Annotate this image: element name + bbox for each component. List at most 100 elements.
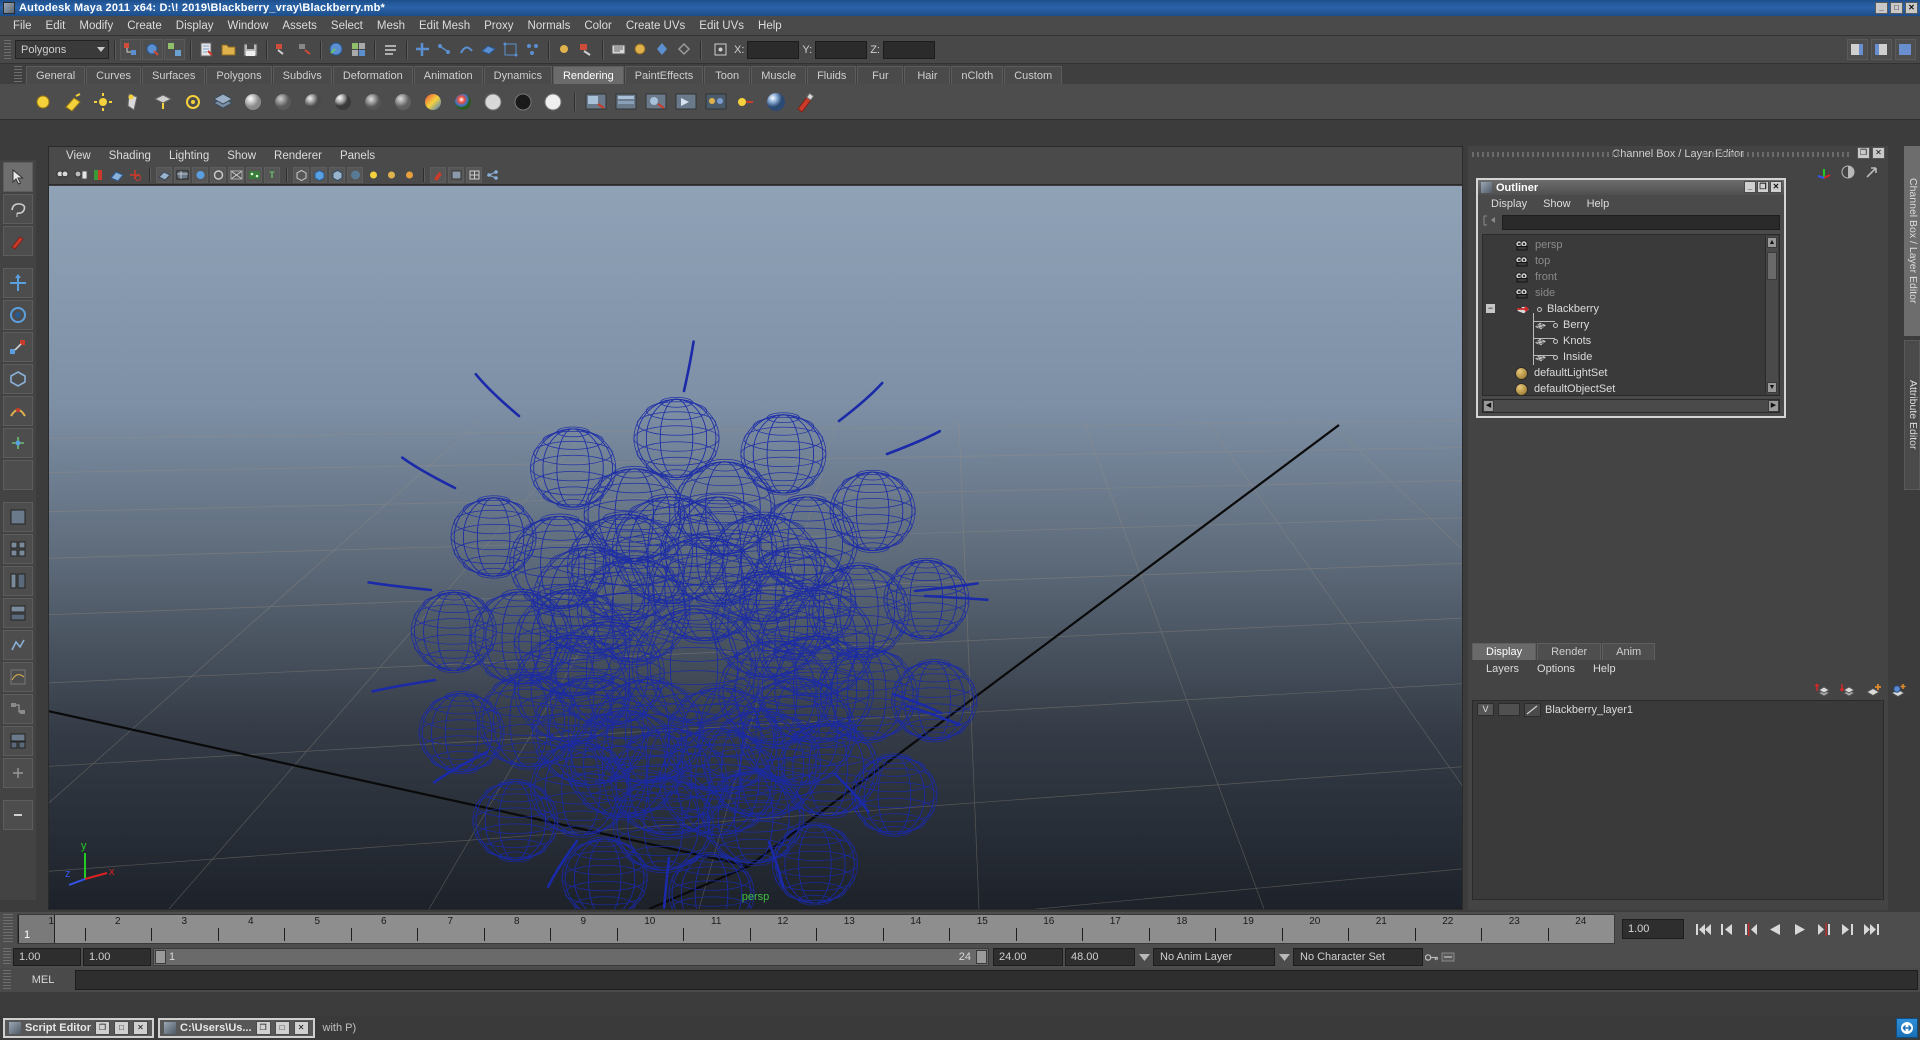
scroll-down-arrow[interactable]: ▼ [1767, 382, 1777, 393]
move-tool[interactable] [3, 268, 33, 298]
menu-item-window[interactable]: Window [220, 18, 275, 34]
viewport-menu-show[interactable]: Show [218, 149, 265, 163]
single-view-layout[interactable] [3, 502, 33, 532]
persp-graph-layout[interactable] [3, 598, 33, 628]
play-backwards-icon[interactable] [1766, 920, 1785, 939]
menu-item-create[interactable]: Create [120, 18, 169, 34]
minimize-button[interactable]: _ [1875, 2, 1888, 14]
wireframe-on-shaded-icon[interactable] [246, 166, 262, 183]
layer-editor-tab-render[interactable]: Render [1537, 643, 1602, 660]
anim-layer-dropdown-arrow[interactable] [1137, 948, 1151, 966]
gamma-icon[interactable] [383, 167, 399, 183]
blinn-material-icon[interactable] [300, 89, 326, 115]
shelf-tab-custom[interactable]: Custom [1004, 66, 1063, 84]
layer-menu-options[interactable]: Options [1528, 663, 1584, 675]
view-cube-icon[interactable] [448, 166, 464, 183]
render-globals-icon[interactable] [674, 39, 695, 60]
outliner-item-side[interactable]: side [1483, 285, 1765, 301]
hscroll-left-arrow[interactable]: ◀ [1483, 400, 1494, 412]
outliner-tree[interactable]: persp top front side − Blackberry Berry Knots In… [1482, 234, 1780, 396]
open-scene-icon[interactable] [218, 39, 239, 60]
shelf-tab-fluids[interactable]: Fluids [807, 66, 857, 84]
layer-menu-help[interactable]: Help [1584, 663, 1625, 675]
use-background-icon[interactable] [510, 89, 536, 115]
undo-icon[interactable] [272, 39, 293, 60]
menu-item-color[interactable]: Color [577, 18, 618, 34]
layer-row[interactable]: V Blackberry_layer1 [1473, 701, 1883, 718]
script-language-label[interactable]: MEL [14, 974, 72, 986]
grid-toggle-icon[interactable] [466, 166, 482, 183]
outliner-menu-show[interactable]: Show [1535, 198, 1579, 210]
layer-editor-tab-anim[interactable]: Anim [1602, 643, 1656, 660]
outliner-filter-icon[interactable] [1482, 214, 1498, 230]
hardware-texturing-icon[interactable] [174, 166, 190, 183]
menu-item-edit-mesh[interactable]: Edit Mesh [412, 18, 477, 34]
menu-item-display[interactable]: Display [169, 18, 221, 34]
help-assistant-button[interactable] [1896, 1018, 1918, 1038]
command-line-grip[interactable] [3, 970, 11, 990]
render-layers-icon[interactable] [210, 89, 236, 115]
color-management-icon[interactable] [401, 167, 417, 183]
exposure-icon[interactable] [365, 167, 381, 183]
animation-start-field[interactable]: 1.00 [13, 948, 81, 966]
outliner-close-button[interactable]: ✕ [1770, 181, 1782, 193]
step-back-frame-icon[interactable] [1742, 920, 1761, 939]
side-tab-attribute-editor[interactable]: Attribute Editor [1904, 340, 1920, 490]
shelf-tab-rendering[interactable]: Rendering [552, 66, 624, 84]
universal-manipulator-tool[interactable] [3, 364, 33, 394]
phong-material-icon[interactable] [330, 89, 356, 115]
select-camera-icon[interactable] [55, 167, 71, 183]
layer-menu-layers[interactable]: Layers [1477, 663, 1528, 675]
select-by-hierarchy-icon[interactable] [120, 39, 141, 60]
shelf-tab-surfaces[interactable]: Surfaces [141, 66, 206, 84]
menu-item-normals[interactable]: Normals [521, 18, 578, 34]
layer-playback-toggle[interactable] [1498, 703, 1520, 716]
command-input[interactable] [75, 970, 1918, 990]
new-scene-icon[interactable] [196, 39, 217, 60]
render-settings-icon[interactable] [608, 39, 629, 60]
hypershade-layout[interactable] [3, 630, 33, 660]
outliner-menu-help[interactable]: Help [1579, 198, 1618, 210]
arrow-up-right-icon[interactable] [1864, 164, 1880, 183]
play-forwards-icon[interactable] [1790, 920, 1809, 939]
taskbar-close-button[interactable]: ✕ [133, 1021, 149, 1035]
shelf-tab-deformation[interactable]: Deformation [332, 66, 413, 84]
text-display-icon[interactable]: T [264, 166, 280, 183]
menu-item-edit-uvs[interactable]: Edit UVs [692, 18, 751, 34]
layer-list[interactable]: V Blackberry_layer1 [1472, 700, 1884, 900]
shelf-tab-polygons[interactable]: Polygons [206, 66, 272, 84]
outliner-item-inside[interactable]: Inside [1483, 349, 1765, 365]
expander-toggle[interactable]: − [1485, 303, 1496, 314]
persp-graph-editor-layout[interactable] [3, 662, 33, 692]
taskbar-item[interactable]: Script Editor ❐ □ ✕ [3, 1018, 155, 1038]
lambert-material-icon[interactable] [270, 89, 296, 115]
construction-history-icon[interactable] [554, 39, 575, 60]
viewport-menu-shading[interactable]: Shading [100, 149, 160, 163]
character-set-dropdown-arrow[interactable] [1277, 948, 1291, 966]
outliner-item-top[interactable]: top [1483, 253, 1765, 269]
outliner-item-defaultobjectset[interactable]: defaultObjectSet [1483, 381, 1765, 395]
spot-light-icon[interactable] [120, 89, 146, 115]
share-view-icon[interactable] [484, 167, 500, 183]
shadows-icon[interactable] [210, 166, 226, 183]
new-empty-layer-icon[interactable] [1865, 682, 1883, 701]
shelf-grip[interactable] [14, 66, 22, 84]
shelf-tab-animation[interactable]: Animation [413, 66, 483, 84]
ramp-shader-icon[interactable] [420, 89, 446, 115]
taskbar-maximize-button[interactable]: □ [114, 1021, 130, 1035]
outliner-vertical-scrollbar[interactable]: ▲ ▼ [1765, 236, 1778, 394]
last-tool-used[interactable] [3, 460, 33, 490]
show-hide-channelbox-icon[interactable] [1895, 39, 1916, 60]
z-field[interactable] [882, 40, 935, 59]
taskbar-restore-button[interactable]: ❐ [255, 1021, 271, 1035]
color-picker-icon[interactable] [450, 89, 476, 115]
paint-effects-brush-icon[interactable] [793, 89, 819, 115]
time-slider[interactable]: 1 1 2 3 4 5 6 7 8 9 10 11 12 13 14 15 16 17 18 19 20 21 22 23 2… [17, 914, 1615, 944]
use-all-lights-icon[interactable] [192, 166, 208, 183]
snap-to-plane-icon[interactable] [478, 39, 499, 60]
area-light-icon[interactable] [150, 89, 176, 115]
step-back-key-icon[interactable] [1718, 920, 1737, 939]
x-field[interactable] [747, 40, 800, 59]
paint-selection-tool[interactable] [3, 226, 33, 256]
image-plane-icon[interactable] [109, 167, 125, 183]
